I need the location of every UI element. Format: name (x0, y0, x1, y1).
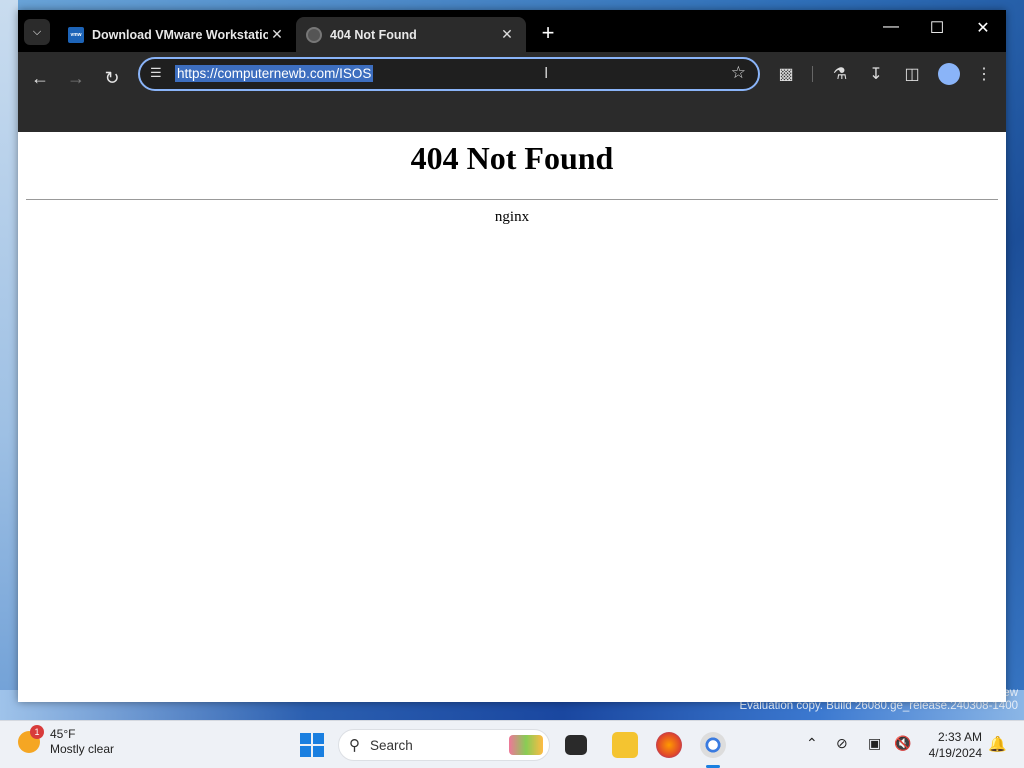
chevron-down-icon: ⌵ (32, 25, 42, 38)
page-title: 404 Not Found (410, 140, 614, 176)
arrow-right-icon: → (67, 67, 85, 88)
tab-title: 404 Not Found (330, 27, 417, 42)
reload-button[interactable]: ↻ (98, 64, 126, 92)
new-tab-button[interactable]: + (538, 20, 558, 46)
text-cursor-icon: I (544, 65, 549, 82)
search-highlight-icon (509, 735, 543, 755)
extensions-icon[interactable]: ▩ (774, 64, 798, 84)
notification-badge: 1 (30, 725, 44, 739)
menu-kebab-icon[interactable]: ⋮ (972, 64, 996, 84)
browser-window: ⌵ vmw Download VMware Workstatio ✕ 404 N… (18, 10, 1006, 702)
chevron-up-icon[interactable]: ⌃ (806, 735, 818, 752)
minimize-icon[interactable]: — (876, 18, 906, 36)
search-icon: ⚲ (349, 737, 360, 754)
weather-sun-icon: 1 (18, 725, 44, 753)
tab-search-button[interactable]: ⌵ (24, 19, 50, 45)
download-icon[interactable]: ↧ (864, 64, 888, 84)
arrow-left-icon: ← (31, 67, 49, 88)
forward-button[interactable]: → (62, 64, 90, 92)
clock-time: 2:33 AM (937, 730, 982, 744)
volume-muted-icon[interactable]: 🔇 (894, 735, 911, 752)
site-info-icon[interactable]: ☰ (150, 65, 162, 81)
windows-logo-icon (300, 733, 311, 744)
divider (26, 199, 998, 200)
labs-flask-icon[interactable]: ⚗ (828, 64, 852, 84)
system-clock[interactable]: 2:33 AM 4/19/2024 (924, 729, 982, 761)
notification-bell-icon[interactable]: 🔔 (988, 735, 1007, 753)
close-tab-icon[interactable]: ✕ (498, 26, 516, 43)
evaluation-watermark: ew Evaluation copy. Build 26080.ge_relea… (739, 687, 1018, 713)
weather-condition: Mostly clear (50, 742, 115, 756)
file-explorer-icon[interactable] (612, 732, 638, 758)
weather-widget[interactable]: 1 45°F Mostly clear (18, 725, 115, 757)
globe-icon (306, 26, 322, 43)
task-view-icon[interactable] (565, 735, 587, 755)
tab-404-not-found[interactable]: 404 Not Found ✕ (296, 17, 526, 52)
reload-icon: ↻ (104, 67, 120, 88)
desktop-icons-strip (0, 0, 18, 720)
close-tab-icon[interactable]: ✕ (268, 26, 286, 43)
tab-strip: ⌵ vmw Download VMware Workstatio ✕ 404 N… (18, 10, 1006, 52)
tab-title: Download VMware Workstatio (92, 27, 268, 42)
side-panel-icon[interactable]: ◫ (900, 64, 924, 84)
back-button[interactable]: ← (26, 64, 54, 92)
tab-vmware-download[interactable]: vmw Download VMware Workstatio ✕ (58, 17, 296, 52)
server-name: nginx (494, 209, 530, 225)
address-bar[interactable]: ☰ https://computernewb.com/ISOS I ☆ (138, 57, 760, 91)
weather-temp: 45°F (50, 727, 76, 741)
taskbar: 1 45°F Mostly clear ⚲ Search ⌃ ⊘ ▣ 🔇 2:3… (0, 720, 1024, 768)
close-window-icon[interactable]: ✕ (968, 18, 998, 38)
network-disconnected-icon[interactable]: ⊘ (836, 735, 848, 752)
toolbar-separator (812, 66, 813, 82)
bookmark-star-icon[interactable]: ☆ (731, 63, 746, 83)
maximize-icon[interactable]: ☐ (922, 18, 952, 38)
search-placeholder: Search (370, 737, 413, 753)
taskbar-search[interactable]: ⚲ Search (338, 729, 550, 761)
page-content: 404 Not Found nginx (18, 132, 1006, 702)
vmware-logo-icon: vmw (68, 26, 84, 43)
firefox-icon[interactable] (656, 732, 682, 758)
url-text[interactable]: https://computernewb.com/ISOS (175, 65, 374, 82)
profile-avatar-icon[interactable] (938, 63, 960, 85)
display-icon[interactable]: ▣ (868, 735, 881, 752)
start-button[interactable] (300, 733, 324, 757)
chrome-icon[interactable] (700, 732, 726, 758)
clock-date: 4/19/2024 (928, 746, 982, 760)
browser-toolbar: ← → ↻ ☰ https://computernewb.com/ISOS I … (18, 52, 1006, 132)
